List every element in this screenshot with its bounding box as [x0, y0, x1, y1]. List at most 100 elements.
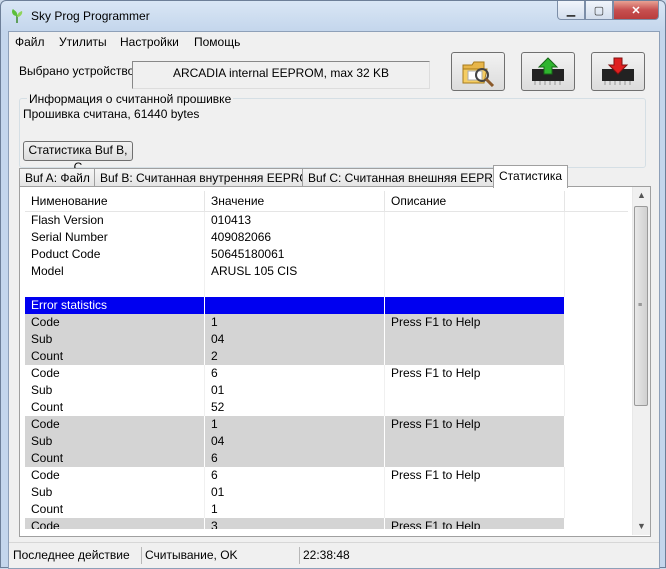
cell-description [385, 450, 565, 467]
scroll-up-arrow-icon[interactable]: ▲ [633, 187, 650, 204]
table-row[interactable]: Code 1 Press F1 to Help [25, 314, 628, 331]
cell-name [25, 280, 205, 297]
table-row[interactable]: Poduct Code 50645180061 [25, 246, 628, 263]
write-chip-button[interactable] [591, 52, 645, 91]
table-row[interactable]: Sub 04 [25, 433, 628, 450]
cell-value: 6 [205, 365, 385, 382]
table-row[interactable]: Error statistics [25, 297, 628, 314]
table-row[interactable]: Code 3 Press F1 to Help [25, 518, 628, 529]
scroll-thumb[interactable]: ≡ [634, 206, 648, 406]
grip-icon: ≡ [638, 302, 643, 309]
cell-name: Code [25, 416, 205, 433]
menu-help[interactable]: Помощь [194, 35, 240, 49]
statistics-panel: Нименование Значение Описание Flash Vers… [19, 186, 651, 537]
cell-name: Code [25, 314, 205, 331]
device-label: Выбрано устройство: [19, 64, 138, 78]
app-window: Sky Prog Programmer ▁ ▢ ✕ Файл Утилиты Н… [0, 0, 666, 569]
table-row[interactable]: Flash Version 010413 [25, 212, 628, 229]
table-row[interactable]: Sub 01 [25, 484, 628, 501]
cell-name: Count [25, 348, 205, 365]
cell-name: Count [25, 399, 205, 416]
cell-description [385, 246, 565, 263]
cell-name: Code [25, 365, 205, 382]
menu-file[interactable]: Файл [15, 35, 45, 49]
read-chip-button[interactable] [521, 52, 575, 91]
stats-buf-bc-button[interactable]: Статистика Buf B, C [23, 141, 133, 174]
cell-description [385, 331, 565, 348]
cell-name: Error statistics [25, 297, 205, 314]
table-row[interactable]: Code 1 Press F1 to Help [25, 416, 628, 433]
table-row[interactable] [25, 280, 628, 297]
scroll-down-arrow-icon[interactable]: ▼ [633, 518, 650, 535]
cell-description: Press F1 to Help [385, 467, 565, 484]
cell-description [385, 280, 565, 297]
cell-value: 01 [205, 382, 385, 399]
column-header-name[interactable]: Нименование [25, 191, 205, 211]
status-last-action-label: Последнее действие [11, 547, 142, 564]
statistics-table[interactable]: Нименование Значение Описание Flash Vers… [25, 191, 628, 529]
cell-name: Sub [25, 331, 205, 348]
status-time: 22:38:48 [303, 548, 350, 562]
menu-bar: Файл Утилиты Настройки Помощь [9, 32, 659, 51]
column-header-description[interactable]: Описание [385, 191, 565, 211]
cell-description [385, 433, 565, 450]
cell-name: Code [25, 518, 205, 529]
table-row[interactable]: Model ARUSL 105 CIS [25, 263, 628, 280]
tab-buf-c[interactable]: Buf C: Считанная внешняя EEPROM [302, 168, 519, 187]
cell-value: 409082066 [205, 229, 385, 246]
cell-name: Model [25, 263, 205, 280]
cell-value: 50645180061 [205, 246, 385, 263]
client-area: Файл Утилиты Настройки Помощь Выбрано ус… [8, 31, 660, 569]
table-row[interactable]: Sub 01 [25, 382, 628, 399]
cell-name: Sub [25, 382, 205, 399]
table-row[interactable]: Serial Number 409082066 [25, 229, 628, 246]
cell-name: Count [25, 450, 205, 467]
cell-description: Press F1 to Help [385, 314, 565, 331]
table-row[interactable]: Code 6 Press F1 to Help [25, 365, 628, 382]
cell-value: 52 [205, 399, 385, 416]
tab-buf-a[interactable]: Buf A: Файл [19, 168, 96, 187]
firmware-group-title: Информация о считанной прошивке [27, 92, 234, 106]
cell-description [385, 484, 565, 501]
chip-download-icon [602, 57, 634, 85]
cell-description: Press F1 to Help [385, 416, 565, 433]
cell-name: Poduct Code [25, 246, 205, 263]
maximize-icon: ▢ [593, 4, 605, 17]
table-row[interactable]: Count 2 [25, 348, 628, 365]
cell-description [385, 382, 565, 399]
cell-description [385, 399, 565, 416]
cell-name: Sub [25, 433, 205, 450]
open-file-button[interactable] [451, 52, 505, 91]
cell-description [385, 212, 565, 229]
cell-description: Press F1 to Help [385, 518, 565, 529]
cell-value: 1 [205, 314, 385, 331]
tab-buf-b[interactable]: Buf B: Считанная внутренняя EEPROM [94, 168, 325, 187]
menu-utilities[interactable]: Утилиты [59, 35, 107, 49]
window-title: Sky Prog Programmer [31, 9, 150, 23]
close-icon: ✕ [631, 4, 641, 17]
minimize-button[interactable]: ▁ [557, 1, 585, 20]
column-header-value[interactable]: Значение [205, 191, 385, 211]
cell-name: Count [25, 501, 205, 518]
cell-description [385, 229, 565, 246]
title-bar[interactable]: Sky Prog Programmer ▁ ▢ ✕ [1, 1, 665, 31]
table-row[interactable]: Sub 04 [25, 331, 628, 348]
vertical-scrollbar[interactable]: ▲ ≡ ▼ [632, 187, 650, 535]
cell-name: Sub [25, 484, 205, 501]
cell-description [385, 348, 565, 365]
status-last-action-value: Считывание, OK [143, 547, 300, 564]
cell-name: Code [25, 467, 205, 484]
cell-value: 3 [205, 518, 385, 529]
cell-value: 2 [205, 348, 385, 365]
maximize-button[interactable]: ▢ [585, 1, 613, 20]
menu-settings[interactable]: Настройки [120, 35, 179, 49]
table-row[interactable]: Count 1 [25, 501, 628, 518]
table-row[interactable]: Count 6 [25, 450, 628, 467]
table-row[interactable]: Code 6 Press F1 to Help [25, 467, 628, 484]
table-row[interactable]: Count 52 [25, 399, 628, 416]
close-button[interactable]: ✕ [613, 1, 659, 20]
cell-value: 010413 [205, 212, 385, 229]
cell-value: 1 [205, 416, 385, 433]
tab-statistics[interactable]: Статистика [493, 165, 569, 188]
cell-value: ARUSL 105 CIS [205, 263, 385, 280]
